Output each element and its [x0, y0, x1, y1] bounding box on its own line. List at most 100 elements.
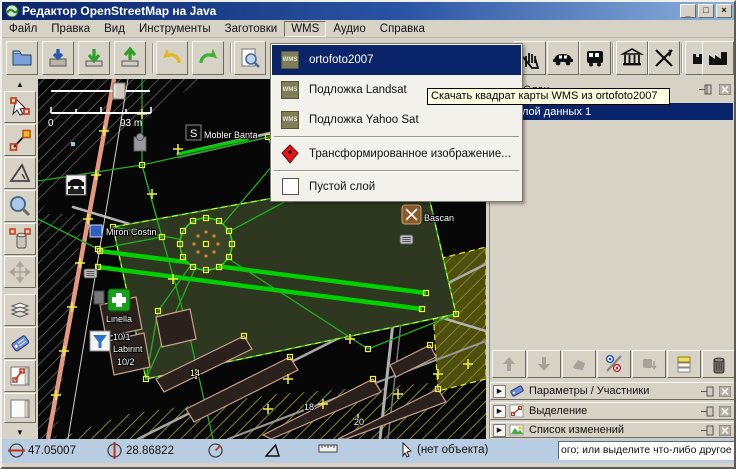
restaurant-icon	[652, 46, 676, 70]
window-bottom-border	[2, 463, 734, 467]
expand-icon[interactable]: ▶	[493, 385, 506, 398]
arrow-down-icon	[535, 355, 553, 373]
menu-wms[interactable]: WMS	[284, 21, 326, 37]
history-dialog-button[interactable]	[4, 393, 36, 423]
tag-icon	[8, 331, 32, 355]
close-panel-button[interactable]	[719, 84, 731, 95]
measure-angle-tool-button[interactable]	[4, 157, 36, 189]
undo-icon	[160, 46, 184, 70]
toggle-visibility-button[interactable]	[597, 350, 631, 378]
trash-icon	[710, 354, 728, 374]
pin-icon[interactable]	[701, 425, 715, 436]
museum-icon	[620, 46, 644, 70]
redo-button[interactable]	[192, 41, 224, 75]
panel-parameters[interactable]: ▶ Параметры / Участники	[490, 382, 735, 400]
wms-dropdown-menu: WMS ortofoto2007 WMS Подложка Landsat WM…	[270, 43, 523, 202]
minimize-button[interactable]: _	[680, 4, 696, 18]
duplicate-layer-button[interactable]	[667, 350, 701, 378]
menu-item-yahoo-sat[interactable]: WMS Подложка Yahoo Sat	[272, 105, 521, 135]
panel-changesets[interactable]: ▶ Список изменений	[490, 422, 735, 438]
close-icon[interactable]	[719, 386, 731, 397]
toolbar-separator	[230, 43, 232, 73]
edit-toolbar: ▲	[2, 79, 38, 439]
titlebar[interactable]: Редактор OpenStreetMap на Java _ □ ×	[2, 2, 734, 20]
wms-layer-icon: WMS	[280, 80, 300, 100]
bus-icon	[583, 46, 607, 70]
close-button[interactable]: ×	[716, 4, 732, 18]
tooltip: Скачать квадрат карты WMS из ortofoto200…	[427, 88, 670, 105]
zoom-tool-icon	[8, 194, 32, 218]
merge-down-button[interactable]	[632, 350, 666, 378]
close-icon[interactable]	[719, 425, 731, 436]
red-marker-icon	[280, 144, 300, 164]
maximize-button[interactable]: □	[698, 4, 714, 18]
cyan-node	[71, 142, 75, 146]
merge-layer-button[interactable]	[562, 350, 596, 378]
measure-angle-tool-icon	[8, 161, 32, 185]
close-icon[interactable]	[719, 406, 731, 417]
expand-icon[interactable]: ▶	[493, 405, 506, 418]
panel-changesets-title: Список изменений	[529, 424, 624, 436]
draw-node-tool-button[interactable]	[4, 124, 36, 156]
scale-max-label: 93 m	[120, 118, 142, 129]
menu-edit[interactable]: Правка	[44, 21, 97, 37]
move-layer-up-button[interactable]	[492, 350, 526, 378]
move-tool-icon	[8, 260, 32, 284]
layer-row-data-layer[interactable]: Слой данных 1	[492, 103, 733, 120]
pin-icon[interactable]	[701, 406, 715, 417]
house-number-18: 18	[304, 402, 314, 412]
menu-view[interactable]: Вид	[97, 21, 132, 37]
bus-button[interactable]	[579, 41, 611, 75]
tags-dialog-button[interactable]	[4, 327, 36, 359]
merge-down-icon	[640, 355, 658, 373]
layer-buttons	[492, 350, 736, 378]
delete-layer-button[interactable]	[702, 350, 736, 378]
save-button[interactable]	[42, 41, 74, 75]
upload-button[interactable]	[114, 41, 146, 75]
latitude-icon	[8, 442, 25, 459]
pin-icon[interactable]	[701, 386, 715, 397]
menu-item-empty-layer[interactable]: Пустой слой	[272, 173, 521, 200]
delete-tool-icon	[8, 227, 32, 251]
scroll-up-icon[interactable]: ▲	[4, 80, 36, 90]
move-layer-down-button[interactable]	[527, 350, 561, 378]
panel-selection[interactable]: ▶ Выделение	[490, 402, 735, 420]
select-tool-icon	[8, 95, 32, 119]
menu-audio[interactable]: Аудио	[326, 21, 372, 37]
svg-text:S: S	[190, 128, 197, 140]
latitude-value: 47.05007	[28, 445, 76, 457]
stick-panel-button[interactable]	[699, 84, 713, 95]
select-tool-button[interactable]	[4, 91, 36, 123]
menu-tools[interactable]: Инструменты	[132, 21, 218, 37]
car-icon	[551, 46, 575, 70]
arrow-up-icon	[500, 355, 518, 373]
search-icon	[238, 46, 262, 70]
menu-presets[interactable]: Заготовки	[218, 21, 285, 37]
menu-item-ortofoto2007[interactable]: WMS ortofoto2007	[272, 45, 521, 75]
scale-min-label: 0	[48, 118, 54, 129]
open-file-button[interactable]	[6, 41, 38, 75]
node-list-dialog-button[interactable]	[4, 360, 36, 392]
download-button[interactable]	[78, 41, 110, 75]
menu-help[interactable]: Справка	[373, 21, 432, 37]
heading-icon	[207, 442, 224, 459]
zoom-tool-button[interactable]	[4, 190, 36, 222]
longitude-icon	[106, 442, 123, 459]
delete-tool-button[interactable]	[4, 223, 36, 255]
museum-button[interactable]	[616, 41, 648, 75]
undo-button[interactable]	[156, 41, 188, 75]
menu-file[interactable]: Файл	[2, 21, 44, 37]
menu-item-rectified-image[interactable]: Трансформированное изображение...	[272, 139, 521, 169]
restaurant-button[interactable]	[648, 41, 680, 75]
search-button[interactable]	[234, 41, 266, 75]
expand-icon[interactable]: ▶	[493, 424, 506, 437]
car-button[interactable]	[547, 41, 579, 75]
toolbar-separator	[681, 43, 683, 73]
move-tool-button[interactable]	[4, 256, 36, 288]
layers-dialog-button[interactable]	[4, 294, 36, 326]
factory-button[interactable]	[702, 41, 734, 75]
menubar: Файл Правка Вид Инструменты Заготовки WM…	[2, 20, 734, 38]
scroll-down-icon[interactable]: ▼	[4, 428, 36, 438]
roundabout	[180, 218, 232, 270]
josm-window: Редактор OpenStreetMap на Java _ □ × Фай…	[0, 0, 736, 469]
